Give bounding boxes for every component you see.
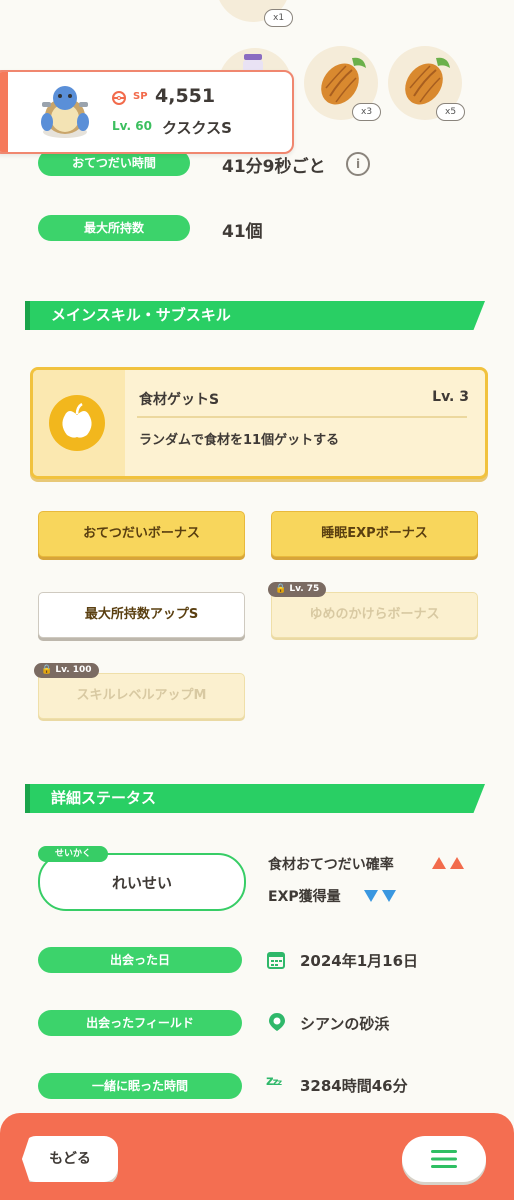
pokemon-portrait xyxy=(34,80,96,142)
details-section-title: 詳細ステータス xyxy=(51,789,157,807)
slept-time-label: 一緒に眠った時間 xyxy=(38,1073,242,1099)
cacao-icon xyxy=(405,57,450,105)
pokemon-name: クスクスS xyxy=(162,119,232,137)
subskill-inventory-up-s[interactable]: 最大所持数アップS xyxy=(38,592,245,638)
ingredient-count: x3 xyxy=(352,103,382,121)
sp-value: 4,551 xyxy=(155,85,216,107)
sp-icon xyxy=(112,91,126,105)
sleep-zzz-icon: zzz xyxy=(266,1074,282,1089)
slept-time-value: 3284時間46分 xyxy=(300,1077,408,1095)
back-button[interactable]: もどる xyxy=(22,1136,118,1182)
lock-tag-lv100: 🔒 Lv. 100 xyxy=(34,663,99,678)
subskill-dream-shard-bonus[interactable]: ゆめのかけらボーナス xyxy=(271,592,478,638)
nature-up-stat: 食材おてつだい確率 xyxy=(268,857,394,873)
ingredient-count: x1 xyxy=(264,9,294,27)
subskill-sleep-exp-bonus[interactable]: 睡眠EXPボーナス xyxy=(271,511,478,557)
help-interval-value: 41分9秒ごと xyxy=(222,157,326,177)
location-pin-icon xyxy=(269,1013,285,1031)
skills-section-title: メインスキル・サブスキル xyxy=(51,306,231,324)
met-field-label: 出会ったフィールド xyxy=(38,1010,242,1036)
met-date-label: 出会った日 xyxy=(38,947,242,973)
met-date-value: 2024年1月16日 xyxy=(300,952,419,970)
skills-section-header: メインスキル・サブスキル xyxy=(25,301,485,330)
nature-value: れいせい xyxy=(111,874,172,892)
met-field-value: シアンの砂浜 xyxy=(300,1015,390,1033)
max-carry-label: 最大所持数 xyxy=(38,215,190,241)
apple-icon xyxy=(62,402,92,438)
card-accent-stripe xyxy=(0,72,8,152)
pokemon-level: Lv. 60 xyxy=(112,119,152,133)
up-arrows-icon xyxy=(432,857,464,869)
hamburger-menu-icon xyxy=(431,1150,457,1168)
ingredient-count: x5 xyxy=(436,103,466,121)
cacao-icon xyxy=(321,57,366,105)
main-skill-level: Lv. 3 xyxy=(432,389,469,405)
subskill-help-bonus[interactable]: おてつだいボーナス xyxy=(38,511,245,557)
main-skill-icon-circle xyxy=(49,395,105,451)
section-accent xyxy=(25,784,30,813)
pokemon-icon xyxy=(41,86,89,138)
info-icon[interactable]: i xyxy=(346,152,370,176)
nature-down-stat: EXP獲得量 xyxy=(268,889,341,905)
lock-icon: 🔒 xyxy=(41,665,53,675)
max-carry-value: 41個 xyxy=(222,222,263,242)
skill-divider xyxy=(137,416,467,418)
section-accent xyxy=(25,301,30,330)
jar-icon xyxy=(243,54,263,72)
down-arrows-icon xyxy=(364,890,396,902)
lock-tag-lv75: 🔒 Lv. 75 xyxy=(268,582,327,597)
subskill-skill-level-up-m[interactable]: スキルレベルアップM xyxy=(38,673,245,719)
menu-button[interactable] xyxy=(402,1136,486,1182)
main-skill-description: ランダムで食材を11個ゲットする xyxy=(139,433,340,448)
main-skill-card[interactable]: 食材ゲットS Lv. 3 ランダムで食材を11個ゲットする xyxy=(30,367,488,479)
calendar-icon xyxy=(267,952,285,969)
pokemon-card[interactable]: SP 4,551 Lv. 60 クスクスS xyxy=(0,70,294,154)
main-skill-name: 食材ゲットS xyxy=(139,392,220,408)
details-section-header: 詳細ステータス xyxy=(25,784,485,813)
sp-label: SP xyxy=(133,91,148,102)
nature-tag: せいかく xyxy=(38,846,108,862)
lock-icon: 🔒 xyxy=(275,584,287,594)
